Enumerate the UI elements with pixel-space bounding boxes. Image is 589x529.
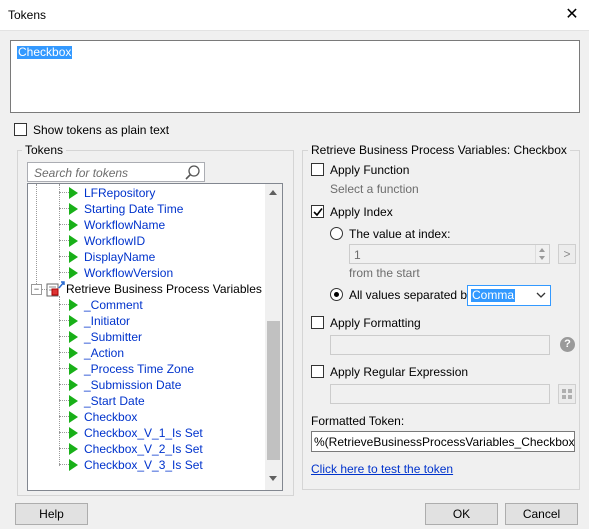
formatted-token-field[interactable]: %(RetrieveBusinessProcessVariables_Check… [311, 431, 575, 452]
apply-formatting-label[interactable]: Apply Formatting [330, 316, 421, 330]
index-value: 1 [354, 248, 361, 262]
all-values-label[interactable]: All values separated by: [349, 288, 476, 302]
play-arrow-icon [69, 315, 78, 327]
scroll-down-icon[interactable] [269, 476, 277, 481]
grid-icon [562, 389, 572, 399]
play-arrow-icon [69, 251, 78, 263]
tree-item[interactable]: Checkbox_V_1_Is Set [69, 426, 203, 442]
play-arrow-icon [69, 235, 78, 247]
tree-item[interactable]: _Submission Date [69, 378, 181, 394]
business-process-icon [46, 281, 65, 297]
help-button[interactable]: Help [15, 503, 88, 525]
plain-text-label[interactable]: Show tokens as plain text [33, 123, 169, 137]
checkbox-icon[interactable] [311, 316, 324, 329]
footer [0, 498, 589, 529]
apply-formatting-checkbox[interactable] [311, 316, 324, 332]
title-bar: Tokens ✕ [0, 0, 589, 31]
checkbox-icon[interactable] [14, 123, 27, 136]
collapse-icon[interactable]: − [31, 284, 42, 295]
tree-item[interactable]: DisplayName [69, 250, 155, 266]
play-arrow-icon [69, 363, 78, 375]
value-at-index-radio[interactable] [330, 227, 343, 243]
tree-item[interactable]: WorkflowVersion [69, 266, 173, 282]
scroll-up-icon[interactable] [269, 190, 277, 195]
search-input[interactable]: Search for tokens [27, 162, 205, 182]
separator-value: Comma [471, 288, 516, 302]
tree-item[interactable]: _Start Date [69, 394, 145, 410]
details-group-title: Retrieve Business Process Variables: Che… [308, 143, 570, 157]
tree-item[interactable]: Checkbox [69, 410, 137, 426]
play-arrow-icon [69, 379, 78, 391]
spinner-arrows[interactable] [535, 245, 549, 263]
play-arrow-icon [69, 395, 78, 407]
play-arrow-icon [69, 427, 78, 439]
scroll-thumb[interactable] [267, 321, 280, 460]
tree-item[interactable]: _Process Time Zone [69, 362, 194, 378]
apply-regex-label[interactable]: Apply Regular Expression [330, 365, 468, 379]
play-arrow-icon [69, 459, 78, 471]
radio-icon[interactable] [330, 227, 343, 240]
help-icon[interactable]: ? [560, 337, 575, 352]
play-arrow-icon [69, 219, 78, 231]
spin-down-icon[interactable] [539, 256, 545, 260]
checkbox-icon[interactable] [311, 365, 324, 378]
spin-up-icon[interactable] [539, 248, 545, 252]
checkmark-icon [313, 208, 323, 217]
window-title: Tokens [8, 8, 47, 22]
tokens-group-title: Tokens [22, 143, 67, 157]
apply-index-label[interactable]: Apply Index [330, 205, 393, 219]
tree-item[interactable]: WorkflowID [69, 234, 145, 250]
tree-item[interactable]: _Action [69, 346, 124, 362]
formatted-token-label: Formatted Token: [311, 414, 405, 428]
formatting-input[interactable] [330, 335, 550, 355]
apply-index-checkbox[interactable] [311, 205, 324, 221]
index-spinner[interactable]: 1 [349, 244, 550, 264]
regex-builder-button[interactable] [558, 384, 576, 404]
tree-group-label[interactable]: Retrieve Business Process Variables [66, 282, 262, 296]
chevron-down-icon[interactable] [536, 292, 546, 299]
tree-item[interactable]: _Initiator [69, 314, 130, 330]
go-index-button[interactable]: > [558, 244, 576, 264]
plain-text-checkbox[interactable] [14, 123, 27, 139]
search-icon[interactable] [184, 164, 201, 181]
play-arrow-icon [69, 203, 78, 215]
play-arrow-icon [69, 347, 78, 359]
play-arrow-icon [69, 267, 78, 279]
tree-item[interactable]: _Submitter [69, 330, 142, 346]
separator-select[interactable]: Comma [467, 285, 551, 306]
token-text[interactable]: Checkbox [17, 46, 73, 59]
radio-icon[interactable] [330, 288, 343, 301]
value-at-index-label[interactable]: The value at index: [349, 227, 450, 241]
play-arrow-icon [69, 411, 78, 423]
tree-scrollbar[interactable] [265, 184, 282, 490]
index-origin-hint: from the start [349, 266, 420, 280]
test-token-link[interactable]: Click here to test the token [311, 462, 453, 476]
checkbox-icon[interactable] [311, 205, 324, 218]
select-function-hint: Select a function [330, 182, 419, 196]
formatted-token-value: %(RetrieveBusinessProcessVariables_Check… [314, 435, 575, 449]
checkbox-icon[interactable] [311, 163, 324, 176]
tree-item[interactable]: _Comment [69, 298, 143, 314]
play-arrow-icon [69, 187, 78, 199]
tree-item[interactable]: Starting Date Time [69, 202, 183, 218]
token-tree[interactable]: LFRepository Starting Date Time Workflow… [27, 183, 283, 491]
tree-item[interactable]: LFRepository [69, 186, 155, 202]
cancel-button[interactable]: Cancel [505, 503, 578, 525]
tree-item[interactable]: Checkbox_V_2_Is Set [69, 442, 203, 458]
play-arrow-icon [69, 331, 78, 343]
play-arrow-icon [69, 443, 78, 455]
apply-regex-checkbox[interactable] [311, 365, 324, 381]
search-placeholder: Search for tokens [34, 166, 129, 180]
tree-item[interactable]: WorkflowName [69, 218, 165, 234]
play-arrow-icon [69, 299, 78, 311]
apply-function-checkbox[interactable] [311, 163, 324, 179]
token-text-area[interactable]: Checkbox [10, 40, 580, 113]
ok-button[interactable]: OK [425, 503, 498, 525]
tree-item[interactable]: Checkbox_V_3_Is Set [69, 458, 203, 474]
regex-input[interactable] [330, 384, 550, 404]
close-icon[interactable]: ✕ [561, 4, 583, 26]
apply-function-label[interactable]: Apply Function [330, 163, 409, 177]
all-values-radio[interactable] [330, 288, 343, 304]
